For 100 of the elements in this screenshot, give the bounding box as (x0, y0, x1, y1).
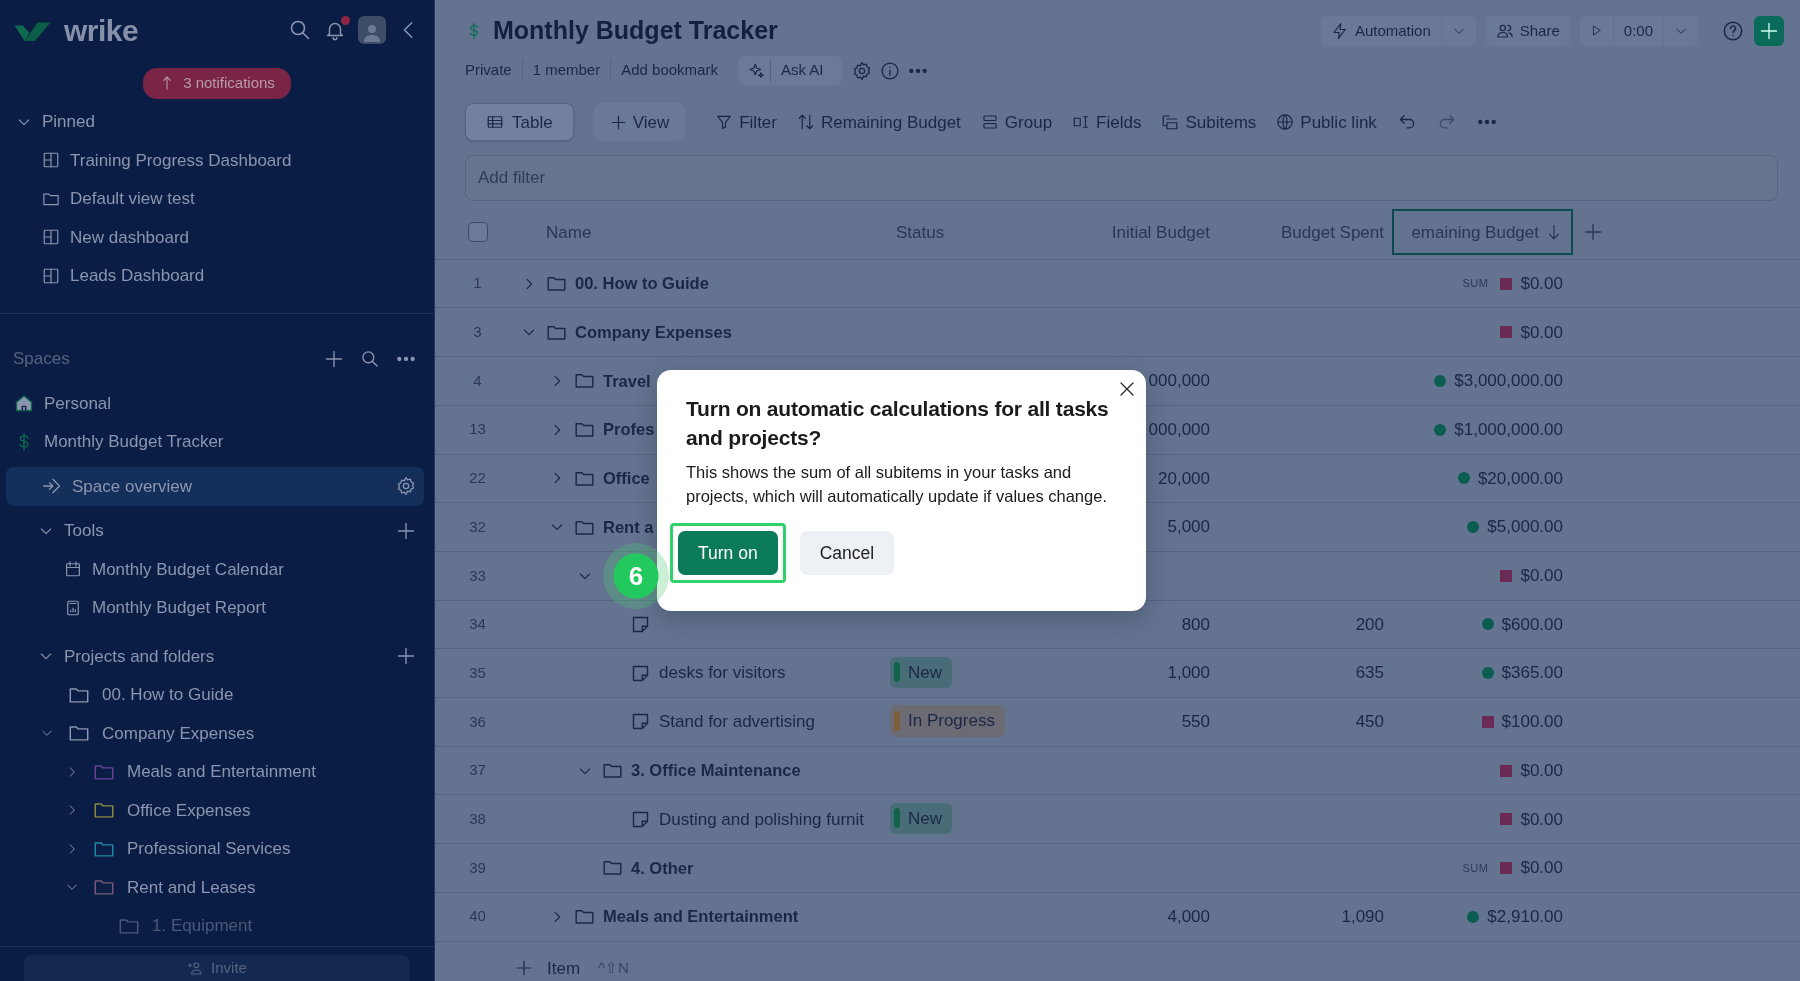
cancel-button[interactable]: Cancel (799, 530, 895, 575)
filter-field[interactable]: Add filter (465, 155, 1778, 202)
folder-name[interactable]: Rent a (603, 514, 654, 540)
status-tag[interactable]: New (890, 656, 952, 689)
plus-icon[interactable] (396, 646, 416, 667)
automation-button[interactable]: Automation (1320, 15, 1441, 46)
folder-name[interactable]: 3. Office Maintenance (631, 758, 801, 783)
budget-spent-value: 635 (1355, 663, 1384, 683)
remaining-budget-value: $600.00 (1501, 613, 1563, 636)
remaining-budget-value: $0.00 (1520, 272, 1563, 295)
settings-icon[interactable] (852, 60, 873, 81)
folder-name[interactable]: Meals and Entertainment (603, 904, 799, 930)
tools-header[interactable]: Tools (0, 511, 434, 550)
space-item[interactable]: Personal (0, 384, 434, 423)
column-header[interactable]: Status (890, 219, 1060, 246)
space-overview-item[interactable]: Space overview (6, 467, 424, 506)
remaining-budget-value: $0.00 (1520, 759, 1563, 782)
turn-on-button[interactable]: Turn on (678, 530, 778, 575)
column-header[interactable]: emaining Budget (1392, 209, 1573, 256)
search-icon[interactable] (288, 18, 312, 42)
column-header[interactable]: Initial Budget (1060, 219, 1218, 246)
pinned-item[interactable]: New dashboard (0, 218, 434, 257)
add-column-icon[interactable] (1583, 222, 1603, 243)
row-number: 1 (472, 273, 483, 294)
tool-item[interactable]: Monthly Budget Report (0, 588, 434, 627)
tool-item[interactable]: Monthly Budget Calendar (0, 550, 434, 589)
plus-icon[interactable] (396, 520, 416, 541)
share-button[interactable]: Share (1485, 15, 1570, 46)
row-number: 13 (468, 419, 487, 440)
folder-item[interactable]: Company Expenses (0, 714, 434, 753)
calendar-icon (64, 560, 82, 579)
folder-item[interactable]: 1. Equipment (0, 906, 434, 945)
select-all-checkbox[interactable] (467, 222, 488, 243)
close-button[interactable] (1118, 380, 1136, 398)
row-number: 3 (472, 322, 483, 342)
folder-name[interactable]: 4. Other (631, 855, 694, 881)
folder-name[interactable]: Office (603, 466, 650, 491)
folder-item[interactable]: Meals and Entertainment (0, 752, 434, 791)
folder-name[interactable]: Travel (603, 368, 651, 394)
folder-item[interactable]: 00. How to Guide (0, 675, 434, 714)
column-header[interactable]: Name (520, 219, 890, 246)
meta-link[interactable]: Add bookmark (610, 59, 728, 82)
search-icon[interactable] (360, 349, 380, 369)
plus-icon[interactable] (324, 349, 344, 369)
remaining-budget-value: $0.00 (1520, 565, 1563, 587)
logo-text: wrike (64, 12, 139, 49)
dashboard-icon (42, 228, 60, 247)
folder-name[interactable]: Company Expenses (575, 319, 732, 345)
toolbar-button[interactable]: Subitems (1161, 109, 1257, 136)
column-header[interactable]: Budget Spent (1218, 219, 1392, 246)
folder-name[interactable]: Profes (603, 417, 655, 443)
task-name[interactable]: Dusting and polishing furnit (659, 806, 865, 833)
pinned-item[interactable]: Leads Dashboard (0, 256, 434, 295)
dialog-text: This shows the sum of all subitems in your tasks and projects, which will automatically update if values change. (686, 461, 1108, 507)
add-view-button[interactable]: View (593, 103, 686, 142)
add-button[interactable] (1754, 15, 1784, 46)
status-tag[interactable]: In Progress (890, 705, 1005, 737)
toolbar-button[interactable]: Group (980, 109, 1053, 136)
toolbar-button[interactable]: Public link (1276, 109, 1377, 136)
avatar[interactable] (358, 16, 386, 44)
task-name[interactable]: Stand for advertising (659, 709, 815, 735)
remaining-budget-value: $0.00 (1520, 808, 1563, 831)
meta-link[interactable]: Private (465, 59, 522, 82)
space-item[interactable]: Monthly Budget Tracker (0, 422, 434, 461)
status-tag[interactable]: New (890, 802, 952, 835)
toolbar-button[interactable]: Fields (1072, 109, 1142, 136)
dialog-title: Turn on automatic calculations for all tasks and projects? (686, 396, 1110, 452)
folder-item[interactable]: Rent and Leases (0, 868, 434, 907)
pinned-header[interactable]: Pinned (0, 102, 434, 141)
add-item-button[interactable]: Item (515, 955, 581, 981)
view-tab[interactable]: Table (465, 103, 574, 142)
settings-icon[interactable] (396, 476, 416, 497)
invite-button[interactable]: Invite (24, 955, 410, 981)
row-number: 40 (468, 906, 487, 927)
info-icon[interactable] (880, 60, 901, 81)
notifications-button[interactable]: 3 notifications (143, 68, 291, 99)
task-name[interactable]: desks for visitors (659, 660, 786, 686)
pinned-item[interactable]: Default view test (0, 179, 434, 218)
pinned-item[interactable]: Training Progress Dashboard (0, 141, 434, 180)
house-icon (14, 393, 34, 414)
play-button[interactable] (1579, 15, 1613, 46)
toolbar-button[interactable]: Remaining Budget (796, 109, 961, 136)
plus-icon (1759, 20, 1779, 41)
row-number: 39 (468, 857, 487, 878)
remaining-budget-value: $365.00 (1501, 662, 1563, 685)
help-icon[interactable] (1722, 19, 1744, 42)
folder-item[interactable]: Office Expenses (0, 791, 434, 830)
timer-button[interactable]: 0:00 (1613, 15, 1663, 46)
ask-ai-button[interactable]: Ask AI (737, 56, 843, 85)
spaces-label: Spaces (13, 348, 71, 371)
toolbar-button[interactable]: Filter (715, 109, 777, 136)
notification-dot (341, 16, 350, 25)
folder-item[interactable]: Professional Services (0, 829, 434, 868)
remaining-budget-value: $1,000,000.00 (1454, 418, 1563, 441)
lightning-icon (1330, 21, 1349, 40)
meta-link[interactable]: 1 member (521, 59, 611, 82)
dashboard-icon (42, 266, 60, 285)
folder-name[interactable]: 00. How to Guide (575, 271, 709, 296)
projects-header[interactable]: Projects and folders (0, 637, 434, 676)
globe-icon (1276, 113, 1295, 132)
